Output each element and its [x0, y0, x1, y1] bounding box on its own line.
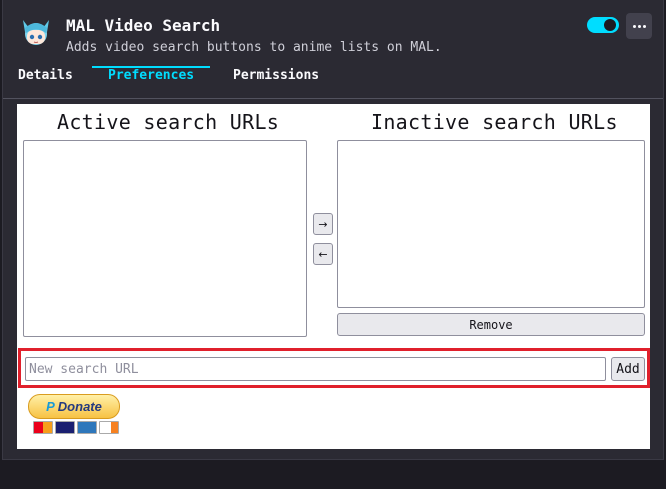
active-urls-heading: Active search URLs	[57, 110, 280, 134]
add-button[interactable]: Add	[611, 357, 645, 381]
toggle-knob	[604, 19, 616, 31]
amex-icon	[77, 421, 97, 434]
visa-icon	[55, 421, 75, 434]
paypal-icon: P	[46, 399, 55, 414]
move-to-active-button[interactable]: ←	[313, 243, 333, 265]
mastercard-icon	[33, 421, 53, 434]
addon-mascot-icon	[23, 20, 49, 45]
addon-enable-toggle[interactable]	[587, 17, 619, 33]
active-urls-list[interactable]	[23, 140, 307, 337]
arrow-left-icon: ←	[318, 247, 328, 261]
new-search-url-input[interactable]	[25, 357, 606, 381]
new-url-row: Add	[18, 348, 650, 388]
more-options-button[interactable]	[626, 13, 652, 39]
tab-permissions[interactable]: Permissions	[233, 68, 319, 98]
move-to-inactive-button[interactable]: →	[313, 213, 333, 235]
inactive-urls-list[interactable]	[337, 140, 645, 308]
addon-card: MAL Video Search Adds video search butto…	[2, 0, 664, 460]
remove-button[interactable]: Remove	[337, 313, 645, 336]
tab-bar: Details Preferences Permissions	[3, 66, 663, 99]
tab-details[interactable]: Details	[18, 68, 73, 98]
more-options-icon	[632, 24, 636, 28]
inactive-urls-heading: Inactive search URLs	[371, 110, 618, 134]
arrow-right-icon: →	[318, 217, 328, 231]
preferences-panel: Active search URLs Inactive search URLs …	[17, 104, 650, 449]
addon-description: Adds video search buttons to anime lists…	[66, 40, 442, 55]
tab-preferences[interactable]: Preferences	[91, 66, 211, 98]
addon-title: MAL Video Search	[66, 16, 221, 35]
donate-label: Donate	[57, 399, 102, 414]
discover-icon	[99, 421, 119, 434]
payment-cards	[33, 421, 119, 434]
donate-button[interactable]: P Donate	[28, 394, 120, 419]
